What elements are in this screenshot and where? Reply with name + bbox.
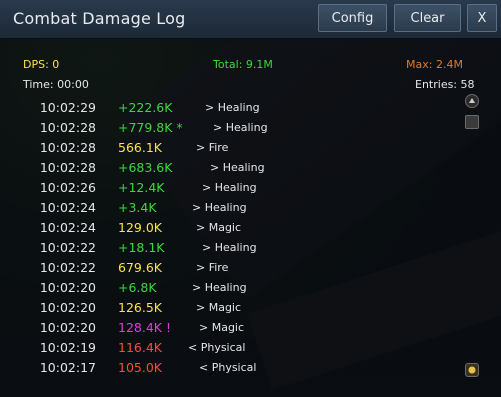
- log-amount: +779.8K *: [118, 120, 183, 135]
- log-row: 10:02:19 116.4K < Physical: [0, 340, 460, 360]
- log-amount: +222.6K: [118, 100, 173, 115]
- compass-icon[interactable]: [465, 363, 479, 377]
- log-row: 10:02:28 +779.8K * > Healing: [0, 120, 460, 140]
- log-row: 10:02:24 +3.4K > Healing: [0, 200, 460, 220]
- log-amount: 128.4K !: [118, 320, 171, 335]
- log-type: > Healing: [202, 241, 257, 254]
- log-time: 10:02:26: [39, 180, 96, 195]
- log-amount: 116.4K: [118, 340, 162, 355]
- log-type: < Physical: [188, 341, 246, 354]
- log-row: 10:02:22 679.6K > Fire: [0, 260, 460, 280]
- log-time: 10:02:20: [39, 320, 96, 335]
- clear-button[interactable]: Clear: [394, 4, 461, 32]
- title-bar[interactable]: Combat Damage Log Config Clear X: [0, 0, 501, 39]
- log-type: < Physical: [199, 361, 257, 374]
- dps-stat: DPS: 0: [23, 58, 60, 71]
- log-time: 10:02:20: [39, 300, 96, 315]
- log-row: 10:02:20 128.4K ! > Magic: [0, 320, 460, 340]
- log-time: 10:02:19: [39, 340, 96, 355]
- log-amount: 566.1K: [118, 140, 162, 155]
- log-time: 10:02:17: [39, 360, 96, 375]
- log-amount: +12.4K: [118, 180, 165, 195]
- log-type: > Healing: [192, 281, 247, 294]
- log-amount: 126.5K: [118, 300, 162, 315]
- log-type: > Healing: [213, 121, 268, 134]
- total-stat: Total: 9.1M: [213, 58, 273, 71]
- log-type: > Fire: [196, 261, 229, 274]
- log-time: 10:02:20: [39, 280, 96, 295]
- log-row: 10:02:22 +18.1K > Healing: [0, 240, 460, 260]
- log-row: 10:02:28 +683.6K > Healing: [0, 160, 460, 180]
- log-type: > Healing: [210, 161, 265, 174]
- log-time: 10:02:28: [39, 140, 96, 155]
- log-time: 10:02:24: [39, 220, 96, 235]
- scroll-up-icon[interactable]: [465, 94, 479, 108]
- window-title: Combat Damage Log: [13, 9, 186, 28]
- log-time: 10:02:28: [39, 160, 96, 175]
- log-type: > Healing: [202, 181, 257, 194]
- log-panel: DPS: 0 Total: 9.1M Max: 2.4M Time: 00:00…: [0, 38, 501, 397]
- config-button[interactable]: Config: [318, 4, 387, 32]
- time-stat: Time: 00:00: [23, 78, 89, 91]
- log-time: 10:02:29: [39, 100, 96, 115]
- log-amount: 105.0K: [118, 360, 162, 375]
- log-row: 10:02:26 +12.4K > Healing: [0, 180, 460, 200]
- log-time: 10:02:22: [39, 240, 96, 255]
- log-amount: 129.0K: [118, 220, 162, 235]
- log-amount: +18.1K: [118, 240, 165, 255]
- log-type: > Magic: [196, 301, 242, 314]
- combat-log-window: Combat Damage Log Config Clear X DPS: 0 …: [0, 0, 501, 397]
- max-stat: Max: 2.4M: [406, 58, 463, 71]
- log-time: 10:02:24: [39, 200, 96, 215]
- log-row: 10:02:29 +222.6K > Healing: [0, 100, 460, 120]
- log-time: 10:02:28: [39, 120, 96, 135]
- log-row: 10:02:20 +6.8K > Healing: [0, 280, 460, 300]
- log-amount: +3.4K: [118, 200, 157, 215]
- log-row: 10:02:24 129.0K > Magic: [0, 220, 460, 240]
- close-button[interactable]: X: [467, 4, 497, 32]
- entries-stat: Entries: 58: [415, 78, 475, 91]
- log-time: 10:02:22: [39, 260, 96, 275]
- log-amount: +6.8K: [118, 280, 157, 295]
- log-type: > Fire: [196, 141, 229, 154]
- log-row: 10:02:17 105.0K < Physical: [0, 360, 460, 380]
- log-amount: 679.6K: [118, 260, 162, 275]
- log-type: > Magic: [196, 221, 242, 234]
- scroll-thumb-icon[interactable]: [465, 115, 479, 129]
- log-row: 10:02:20 126.5K > Magic: [0, 300, 460, 320]
- log-row: 10:02:28 566.1K > Fire: [0, 140, 460, 160]
- log-type: > Magic: [199, 321, 245, 334]
- log-type: > Healing: [205, 101, 260, 114]
- log-amount: +683.6K: [118, 160, 173, 175]
- log-type: > Healing: [192, 201, 247, 214]
